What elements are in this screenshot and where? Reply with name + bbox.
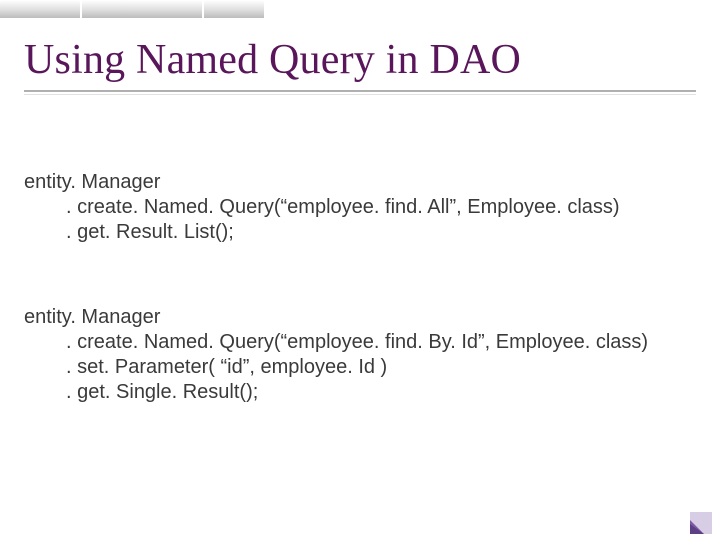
content-area: entity. Manager . create. Named. Query(“… <box>24 170 696 405</box>
code-line: . create. Named. Query(“employee. find. … <box>24 330 696 355</box>
code-line: . get. Single. Result(); <box>24 380 696 405</box>
page-title: Using Named Query in DAO <box>24 36 696 84</box>
corner-decoration-icon <box>684 506 714 536</box>
tab-segment <box>204 0 264 18</box>
top-tab-strip <box>0 0 720 18</box>
tab-segment <box>82 0 202 18</box>
tab-segment <box>0 0 80 18</box>
code-line: entity. Manager <box>24 170 696 195</box>
code-line: . create. Named. Query(“employee. find. … <box>24 195 696 220</box>
code-block-2: entity. Manager . create. Named. Query(“… <box>24 305 696 405</box>
code-line: entity. Manager <box>24 305 696 330</box>
title-underline <box>24 90 696 92</box>
code-line: . set. Parameter( “id”, employee. Id ) <box>24 355 696 380</box>
slide-body: Using Named Query in DAO entity. Manager… <box>0 18 720 540</box>
code-block-1: entity. Manager . create. Named. Query(“… <box>24 170 696 245</box>
code-line: . get. Result. List(); <box>24 220 696 245</box>
